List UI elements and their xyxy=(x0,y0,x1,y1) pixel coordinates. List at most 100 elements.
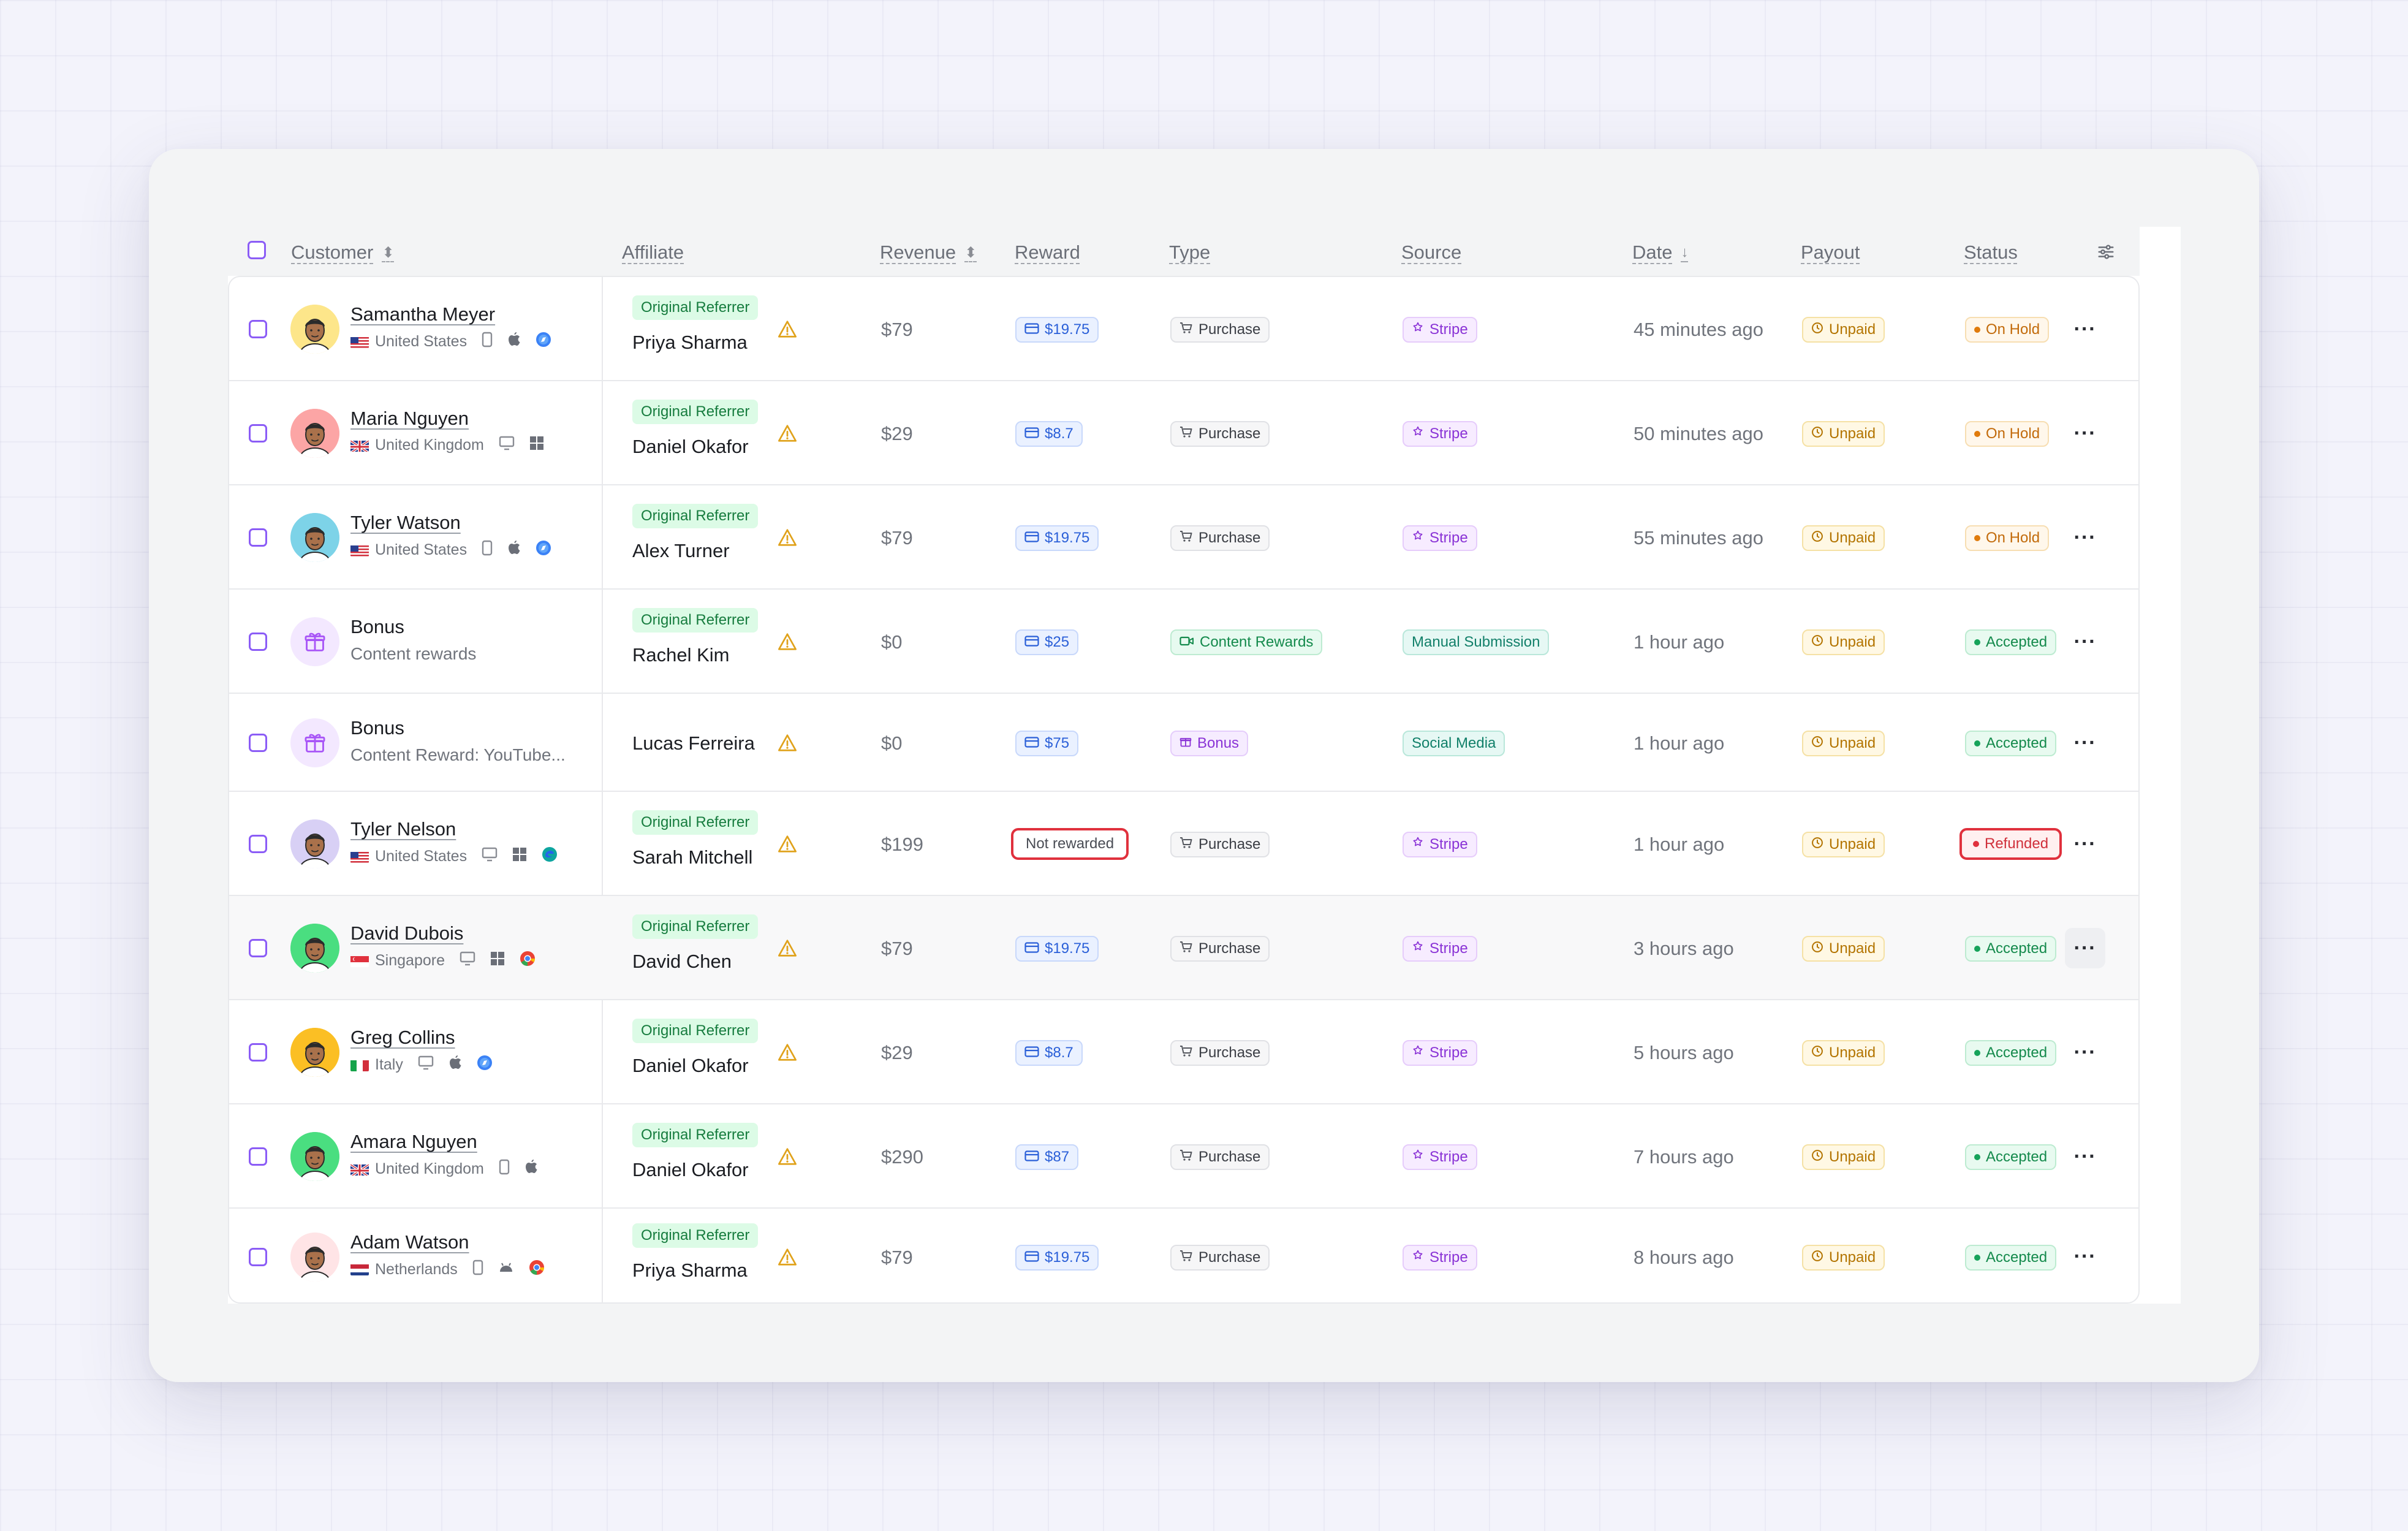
table-row[interactable]: Greg Collins Italy Original Referrer Daniel… xyxy=(229,1000,2138,1104)
sort-icon[interactable]: ⬍ xyxy=(964,244,977,262)
warning-icon[interactable] xyxy=(777,734,798,752)
warning-icon[interactable] xyxy=(777,424,798,443)
credit-card-icon xyxy=(1024,1044,1039,1062)
reward-badge[interactable]: $8.7 xyxy=(1015,1040,1083,1066)
status-dot xyxy=(1974,327,1980,333)
warning-icon[interactable] xyxy=(777,1043,798,1062)
reward-badge[interactable]: $19.75 xyxy=(1015,317,1099,343)
more-actions-button[interactable]: ··· xyxy=(2065,1032,2105,1073)
column-header-payout[interactable]: Payout xyxy=(1801,241,1860,264)
affiliate-name[interactable]: Priya Sharma xyxy=(632,332,748,354)
safari-icon xyxy=(477,1055,493,1075)
row-checkbox[interactable] xyxy=(249,633,267,651)
customer-name[interactable]: Tyler Nelson xyxy=(350,818,456,840)
row-checkbox[interactable] xyxy=(249,1043,267,1062)
column-header-revenue[interactable]: Revenue ⬍ xyxy=(880,241,977,264)
date-value: 45 minutes ago xyxy=(1634,319,1763,340)
table-row[interactable]: Bonus Content rewards Original Referrer Rac… xyxy=(229,590,2138,694)
warning-icon[interactable] xyxy=(777,835,798,853)
reward-badge[interactable]: $19.75 xyxy=(1015,525,1099,551)
sort-icon[interactable]: ⬍ xyxy=(382,244,394,262)
reward-badge[interactable]: $75 xyxy=(1015,731,1079,756)
affiliate-name[interactable]: Alex Turner xyxy=(632,540,730,562)
row-checkbox[interactable] xyxy=(249,939,267,957)
table-row[interactable]: David Dubois Singapore Original Referrer Da… xyxy=(229,896,2138,1000)
warning-icon[interactable] xyxy=(777,1248,798,1266)
affiliate-name[interactable]: Lucas Ferreira xyxy=(632,732,755,754)
column-header-reward[interactable]: Reward xyxy=(1015,241,1080,264)
type-badge: Content Rewards xyxy=(1170,629,1323,655)
more-actions-button[interactable]: ··· xyxy=(2065,824,2105,864)
customer-name[interactable]: Maria Nguyen xyxy=(350,408,469,430)
select-all-checkbox[interactable] xyxy=(248,241,266,259)
column-header-type[interactable]: Type xyxy=(1169,241,1210,264)
table-row[interactable]: Samantha Meyer United States Original Refe… xyxy=(229,277,2138,381)
reward-badge[interactable]: $87 xyxy=(1015,1144,1079,1170)
customer-name[interactable]: Greg Collins xyxy=(350,1027,455,1049)
status-label: On Hold xyxy=(1986,530,2040,546)
affiliate-name[interactable]: Priya Sharma xyxy=(632,1259,748,1282)
more-actions-button[interactable]: ··· xyxy=(2065,1136,2105,1177)
column-header-date[interactable]: Date ↓ xyxy=(1632,241,1688,264)
warning-icon[interactable] xyxy=(777,1147,798,1166)
column-header-source[interactable]: Source xyxy=(1401,241,1461,264)
column-settings-icon[interactable] xyxy=(2097,243,2115,261)
warning-icon[interactable] xyxy=(777,528,798,547)
customer-name[interactable]: Amara Nguyen xyxy=(350,1131,477,1153)
row-checkbox[interactable] xyxy=(249,835,267,853)
column-header-status[interactable]: Status xyxy=(1964,241,2018,264)
reward-amount: $8.7 xyxy=(1045,1044,1073,1061)
affiliate-name[interactable]: Daniel Okafor xyxy=(632,1055,749,1077)
more-actions-button[interactable]: ··· xyxy=(2065,621,2105,662)
table-row[interactable]: Adam Watson Netherlands Original Referrer P… xyxy=(229,1209,2138,1302)
customer-location: United Kingdom xyxy=(350,436,544,455)
more-actions-button[interactable]: ··· xyxy=(2065,413,2105,454)
avatar xyxy=(290,513,339,562)
affiliate-name[interactable]: Sarah Mitchell xyxy=(632,846,752,868)
affiliate-name[interactable]: Daniel Okafor xyxy=(632,436,749,458)
row-checkbox[interactable] xyxy=(249,424,267,443)
warning-icon[interactable] xyxy=(777,320,798,338)
row-checkbox[interactable] xyxy=(249,320,267,338)
table-row[interactable]: Tyler Nelson United States Original Referr… xyxy=(229,792,2138,896)
row-checkbox[interactable] xyxy=(249,1247,267,1266)
original-referrer-badge: Original Referrer xyxy=(632,1223,759,1248)
sort-descending-icon[interactable]: ↓ xyxy=(1681,244,1688,261)
more-actions-button[interactable]: ··· xyxy=(2065,1237,2105,1277)
reward-badge[interactable]: $19.75 xyxy=(1015,1244,1099,1271)
more-actions-button[interactable]: ··· xyxy=(2065,309,2105,349)
type-badge: Purchase xyxy=(1170,1144,1270,1170)
flag-uk-icon xyxy=(350,1163,369,1176)
more-actions-button[interactable]: ··· xyxy=(2065,928,2105,968)
customer-name[interactable]: Samantha Meyer xyxy=(350,303,495,325)
customer-subtitle: United States xyxy=(375,541,468,558)
table-row[interactable]: Bonus Content Reward: YouTube... Lucas Fer… xyxy=(229,694,2138,792)
row-checkbox[interactable] xyxy=(249,734,267,752)
column-header-customer[interactable]: Customer ⬍ xyxy=(291,241,394,264)
edge-icon xyxy=(542,846,558,867)
reward-badge[interactable]: $25 xyxy=(1015,629,1079,655)
customer-name[interactable]: David Dubois xyxy=(350,922,463,944)
customer-name[interactable]: Adam Watson xyxy=(350,1231,469,1253)
affiliate-name[interactable]: Rachel Kim xyxy=(632,644,730,666)
stripe-icon xyxy=(1412,836,1424,853)
avatar xyxy=(290,1132,339,1181)
more-actions-button[interactable]: ··· xyxy=(2065,723,2105,763)
table-row[interactable]: Tyler Watson United States Original Referr… xyxy=(229,485,2138,590)
warning-icon[interactable] xyxy=(777,633,798,651)
table-row[interactable]: Maria Nguyen United Kingdom Original Refer… xyxy=(229,381,2138,485)
more-actions-button[interactable]: ··· xyxy=(2065,517,2105,558)
affiliate-name[interactable]: David Chen xyxy=(632,951,732,973)
type-badge: Purchase xyxy=(1170,525,1270,551)
reward-badge[interactable]: $19.75 xyxy=(1015,936,1099,962)
row-checkbox[interactable] xyxy=(249,1147,267,1166)
reward-badge[interactable]: $8.7 xyxy=(1015,421,1083,447)
column-header-affiliate[interactable]: Affiliate xyxy=(622,241,684,264)
row-checkbox[interactable] xyxy=(249,528,267,547)
source-badge: Stripe xyxy=(1403,525,1477,551)
customer-name[interactable]: Tyler Watson xyxy=(350,512,461,534)
affiliate-name[interactable]: Daniel Okafor xyxy=(632,1159,749,1181)
warning-icon[interactable] xyxy=(777,939,798,957)
status-label: Accepted xyxy=(1986,940,2048,957)
table-row[interactable]: Amara Nguyen United Kingdom Original Refer… xyxy=(229,1104,2138,1209)
